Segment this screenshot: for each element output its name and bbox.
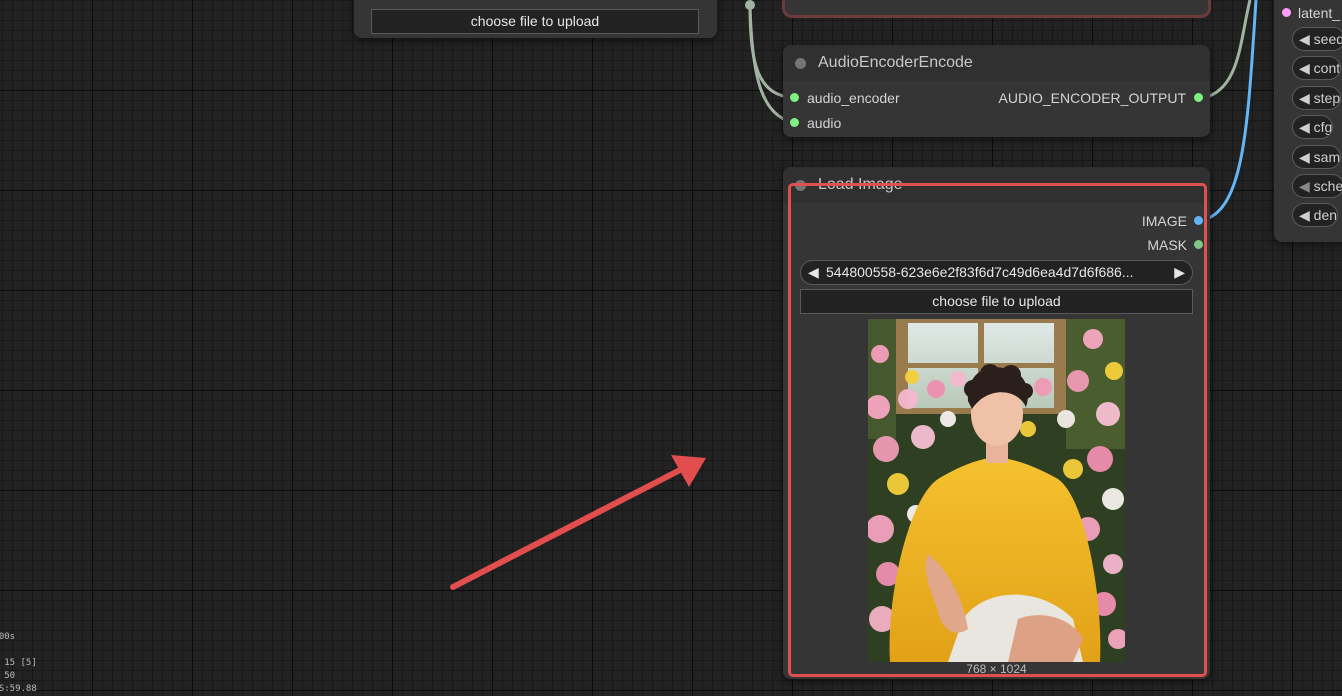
widget-steps[interactable]: ◀ step: [1292, 86, 1342, 110]
stat-nodes: N: 50: [0, 671, 16, 681]
widget-denoise[interactable]: ◀ den: [1292, 203, 1339, 227]
widget-label: seed: [1313, 31, 1342, 47]
arrow-left-icon[interactable]: ◀: [1299, 207, 1310, 223]
widget-label: sche: [1313, 178, 1342, 194]
widget-label: step: [1313, 90, 1341, 106]
annotation-arrow: [450, 455, 706, 590]
render-stats: 1.00s I: 15 [5] N: 50 FPS:59.88: [0, 632, 48, 696]
latent-input-label: latent_: [1298, 5, 1341, 21]
widget-sampler[interactable]: ◀ sam: [1292, 145, 1342, 169]
widget-scheduler[interactable]: ◀ sche: [1292, 174, 1342, 198]
widget-control[interactable]: ◀ cont: [1292, 56, 1342, 80]
arrow-left-icon[interactable]: ◀: [1299, 90, 1310, 106]
widget-cfg[interactable]: ◀ cfg: [1292, 115, 1334, 139]
arrow-left-icon[interactable]: ◀: [1299, 119, 1310, 135]
widget-label: den: [1313, 207, 1338, 223]
sampler-node[interactable]: latent_ ◀ seed ◀ cont ◀ step ◀ cfg ◀ sam…: [1274, 0, 1342, 242]
latent-input-slot[interactable]: [1282, 8, 1291, 17]
stat-time: 1.00s: [0, 632, 16, 642]
widget-label: cont: [1313, 60, 1341, 76]
arrow-left-icon[interactable]: ◀: [1299, 149, 1310, 165]
stat-fps: FPS:59.88: [0, 684, 37, 694]
widget-label: sam: [1313, 149, 1341, 165]
widget-seed[interactable]: ◀ seed: [1292, 27, 1342, 51]
arrow-left-icon[interactable]: ◀: [1299, 60, 1310, 76]
stat-iterations: I: 15 [5]: [0, 658, 37, 668]
widget-label: cfg: [1313, 119, 1333, 135]
arrow-left-icon[interactable]: ◀: [1299, 31, 1310, 47]
arrow-left-icon[interactable]: ◀: [1299, 178, 1310, 194]
